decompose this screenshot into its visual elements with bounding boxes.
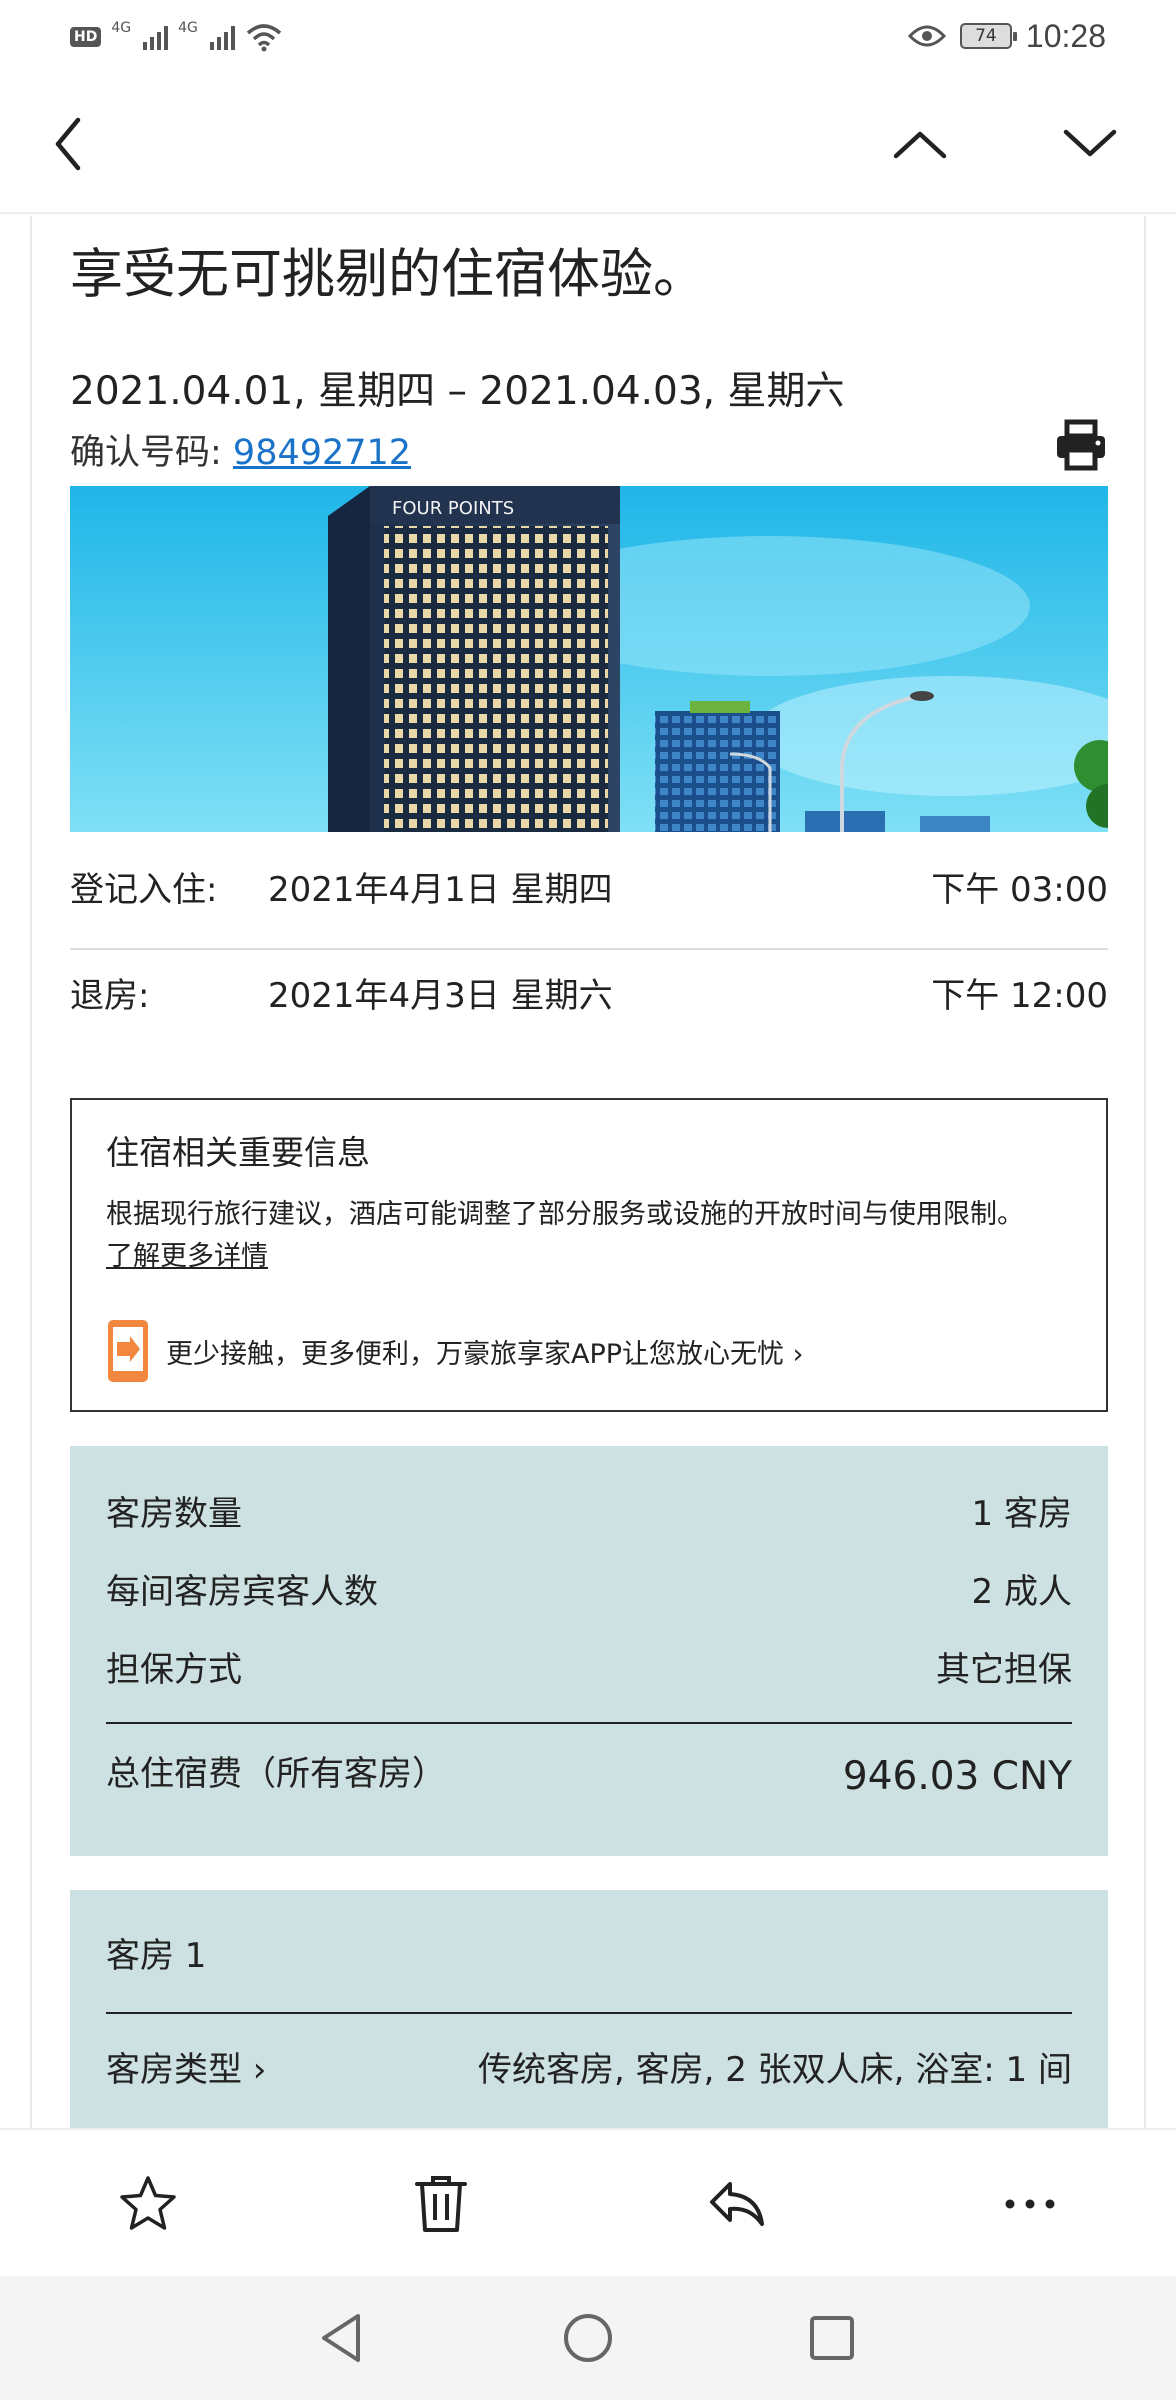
signal-icon-2 [209, 24, 235, 50]
email-body[interactable]: 享受无可挑剔的住宿体验。 2021.04.01, 星期四 – 2021.04.0… [30, 216, 1146, 2128]
room-type-value: 传统客房, 客房, 2 张双人床, 浴室: 1 间 [478, 2049, 1072, 2090]
phone-app-icon [108, 1320, 148, 1382]
app-bar [0, 72, 1176, 214]
hotel-sign: FOUR POINTS [392, 498, 514, 519]
guests-label: 每间客房宾客人数 [106, 1571, 378, 1612]
summary-divider [106, 1722, 1072, 1724]
app-promo-text: 更少接触，更多便利，万豪旅享家APP让您放心无忧 › [166, 1338, 804, 1370]
system-recents-button[interactable] [794, 2300, 870, 2376]
confirmation-number-link[interactable]: 98492712 [233, 433, 411, 473]
guarantee-value: 其它担保 [936, 1649, 1072, 1690]
room-title: 客房 1 [106, 1936, 207, 1976]
email-headline: 享受无可挑剔的住宿体验。 [70, 244, 706, 305]
check-out-label: 退房: [70, 975, 150, 1016]
star-button[interactable] [108, 2164, 188, 2244]
wifi-icon [246, 24, 282, 52]
check-out-time: 下午 12:00 [931, 975, 1108, 1016]
system-back-button[interactable] [304, 2300, 380, 2376]
check-in-row: 登记入住: 2021年4月1日 星期四 下午 03:00 [70, 836, 1108, 936]
star-icon [120, 2176, 176, 2230]
check-out-date: 2021年4月3日 星期六 [268, 975, 613, 1016]
back-button[interactable] [26, 102, 110, 186]
guests-row: 每间客房宾客人数 2 成人 [106, 1558, 1072, 1618]
room-details: 客房 1 客房类型 › 传统客房, 客房, 2 张双人床, 浴室: 1 间 [70, 1890, 1108, 2128]
reply-icon [710, 2182, 764, 2226]
eye-icon [907, 25, 946, 47]
triangle-back-icon [322, 2314, 360, 2362]
print-button[interactable] [1054, 418, 1108, 472]
printer-icon [1057, 419, 1105, 471]
app-promo-link[interactable]: 更少接触，更多便利，万豪旅享家APP让您放心无忧 › [106, 1318, 803, 1384]
learn-more-link[interactable]: 了解更多详情 [106, 1234, 268, 1273]
guarantee-row: 担保方式 其它担保 [106, 1636, 1072, 1696]
back-arrow-icon [55, 117, 81, 171]
system-navigation-bar [0, 2276, 1176, 2400]
confirmation-label: 确认号码: [70, 433, 233, 473]
battery-indicator: 74 [959, 23, 1017, 49]
total-value: 946.03 CNY [842, 1754, 1072, 1799]
rooms-count-row: 客房数量 1 客房 [106, 1480, 1072, 1540]
check-out-row: 退房: 2021年4月3日 星期六 下午 12:00 [70, 942, 1108, 1042]
more-icon [1005, 2199, 1055, 2209]
status-left: HD 4G 4G [70, 20, 283, 54]
check-in-label: 登记入住: [70, 869, 218, 910]
total-row: 总住宿费（所有客房） 946.03 CNY [106, 1746, 1072, 1820]
hd-badge: HD [70, 27, 102, 47]
guarantee-label: 担保方式 [106, 1649, 242, 1690]
check-in-time: 下午 03:00 [931, 869, 1108, 910]
important-info-box: 住宿相关重要信息 根据现行旅行建议，酒店可能调整了部分服务或设施的开放时间与使用… [70, 1098, 1108, 1412]
previous-message-button[interactable] [878, 102, 962, 186]
info-title: 住宿相关重要信息 [106, 1133, 370, 1172]
room-divider [106, 2012, 1072, 2014]
hotel-building-image: FOUR POINTS [70, 486, 1108, 832]
hotel-photo: FOUR POINTS [70, 486, 1108, 832]
square-recents-icon [810, 2316, 854, 2360]
system-home-button[interactable] [550, 2300, 626, 2376]
rooms-count-value: 1 客房 [971, 1493, 1072, 1534]
next-message-button[interactable] [1048, 102, 1132, 186]
reservation-summary: 客房数量 1 客房 每间客房宾客人数 2 成人 担保方式 其它担保 总住宿费（所… [70, 1446, 1108, 1856]
reply-button[interactable] [696, 2164, 776, 2244]
email-actions-toolbar [0, 2128, 1176, 2276]
clock: 10:28 [1025, 17, 1106, 54]
signal-icon [143, 24, 169, 50]
trash-icon [415, 2176, 467, 2232]
network-type-1: 4G [111, 20, 132, 36]
rooms-count-label: 客房数量 [106, 1493, 242, 1534]
more-button[interactable] [990, 2164, 1070, 2244]
guests-value: 2 成人 [971, 1571, 1072, 1612]
room-type-row: 客房类型 › 传统客房, 客房, 2 张双人床, 浴室: 1 间 [106, 2036, 1072, 2096]
check-in-date: 2021年4月1日 星期四 [268, 869, 613, 910]
room-type-label[interactable]: 客房类型 › [106, 2042, 266, 2091]
chevron-up-icon [893, 131, 947, 159]
status-bar: HD 4G 4G 74 10:28 [0, 0, 1176, 72]
confirmation-line: 确认号码: 98492712 [70, 424, 411, 475]
chevron-down-icon [1063, 129, 1117, 157]
total-label: 总住宿费（所有客房） [106, 1754, 446, 1794]
circle-home-icon [564, 2314, 612, 2362]
stay-dates: 2021.04.01, 星期四 – 2021.04.03, 星期六 [70, 369, 845, 414]
network-type-2: 4G [178, 20, 198, 36]
status-right: 74 10:28 [907, 14, 1106, 58]
info-text: 根据现行旅行建议，酒店可能调整了部分服务或设施的开放时间与使用限制。 [106, 1199, 1024, 1230]
delete-button[interactable] [401, 2164, 481, 2244]
